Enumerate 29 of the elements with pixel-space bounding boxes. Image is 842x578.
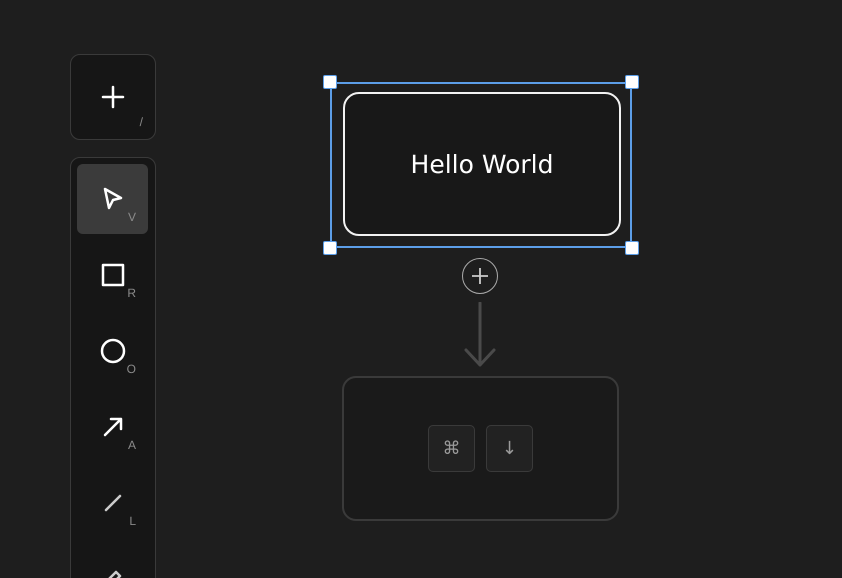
shortcut-hint: V <box>128 210 136 224</box>
resize-handle[interactable] <box>323 75 337 89</box>
shortcut-hint: L <box>129 514 136 528</box>
plus-icon <box>101 85 125 109</box>
resize-handle[interactable] <box>625 241 639 255</box>
shortcut-hint: A <box>128 438 136 452</box>
connector-arrow <box>464 302 496 368</box>
keyboard-key: ⌘ <box>428 425 475 472</box>
circle-icon <box>100 338 126 364</box>
pointer-icon <box>100 186 124 212</box>
tool-button[interactable]: V <box>77 164 148 234</box>
line-icon <box>102 493 122 513</box>
shortcut-hint: / <box>140 115 143 129</box>
shortcut-hint: O <box>126 362 136 376</box>
tool-button[interactable]: R <box>77 240 148 310</box>
arrow-icon <box>102 416 124 438</box>
tool-button[interactable]: L <box>77 468 148 538</box>
tool-button[interactable]: O <box>77 316 148 386</box>
tool-button[interactable]: A <box>77 392 148 462</box>
rounded-node[interactable]: Hello World <box>343 92 621 236</box>
add-button[interactable]: / <box>70 54 156 140</box>
square-icon <box>100 263 124 287</box>
shortcut-hint: R <box>127 286 136 300</box>
resize-handle[interactable] <box>323 241 337 255</box>
node-text: Hello World <box>410 150 554 178</box>
add-node-button[interactable] <box>462 258 498 294</box>
plus-icon <box>471 267 489 285</box>
resize-handle[interactable] <box>625 75 639 89</box>
keyboard-key: ↓ <box>486 425 533 472</box>
